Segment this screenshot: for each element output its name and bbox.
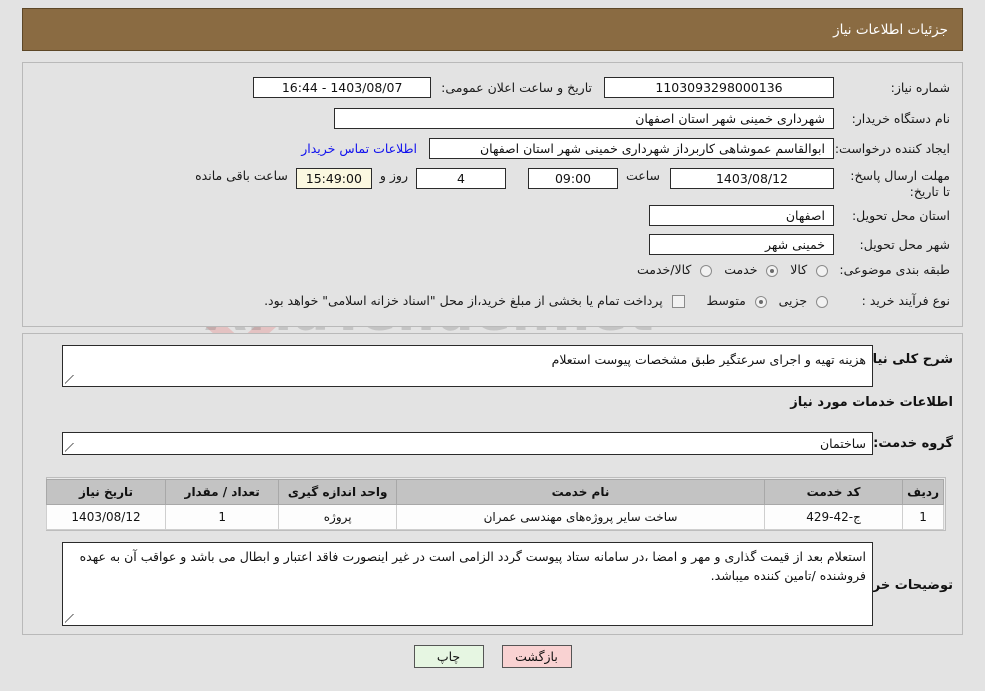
field-buyer-org: نام دستگاه خریدار: شهرداری خمینی شهر است… bbox=[334, 108, 950, 129]
deadline-time-label: ساعت bbox=[625, 168, 660, 183]
buyer-org-value[interactable]: شهرداری خمینی شهر استان اصفهان bbox=[334, 108, 834, 129]
province-label: استان محل تحویل: bbox=[851, 208, 950, 223]
process-option-1[interactable]: متوسط bbox=[695, 293, 767, 308]
radio-motavaset[interactable] bbox=[754, 295, 767, 308]
remaining-suffix-label: ساعت باقی مانده bbox=[195, 168, 288, 183]
deadline-time-value[interactable]: 09:00 bbox=[527, 168, 618, 189]
table-row[interactable]: 1 ج-42-429 ساخت سایر پروژه‌های مهندسی عم… bbox=[45, 504, 944, 530]
category-option-2-label: کالا/خدمت bbox=[637, 262, 692, 277]
treasury-checkbox-group[interactable]: پرداخت تمام یا بخشی از مبلغ خرید،از محل … bbox=[252, 293, 685, 308]
need-info-panel: شماره نیاز: 1103093298000136 تاریخ و ساع… bbox=[22, 62, 963, 327]
field-category: طبقه بندی موضوعی: کالا خدمت کالا/خدمت bbox=[625, 262, 950, 277]
field-announce-datetime: تاریخ و ساعت اعلان عمومی: 1403/08/07 - 1… bbox=[253, 77, 592, 98]
page-header: جزئیات اطلاعات نیاز bbox=[22, 8, 963, 51]
treasury-checkbox[interactable] bbox=[671, 295, 685, 308]
need-number-value[interactable]: 1103093298000136 bbox=[604, 77, 834, 98]
cell-row-no: 1 bbox=[902, 504, 944, 530]
page-title: جزئیات اطلاعات نیاز bbox=[833, 21, 948, 38]
category-label: طبقه بندی موضوعی: bbox=[839, 262, 950, 277]
category-option-0[interactable]: کالا bbox=[778, 262, 828, 277]
service-group-value[interactable]: ساختمان bbox=[62, 432, 873, 455]
city-value[interactable]: خمینی شهر bbox=[649, 234, 834, 255]
col-unit: واحد اندازه گیری bbox=[278, 479, 398, 505]
cell-need-date: 1403/08/12 bbox=[45, 504, 167, 530]
services-heading: اطلاعات خدمات مورد نیاز bbox=[790, 395, 953, 410]
radio-kala-khedmat[interactable] bbox=[700, 264, 713, 277]
remaining-days-value[interactable]: 4 bbox=[415, 168, 506, 189]
buyer-notes-textarea[interactable]: استعلام بعد از قیمت گذاری و مهر و امضا ،… bbox=[62, 542, 873, 626]
table-header-row: ردیف کد خدمت نام خدمت واحد اندازه گیری ت… bbox=[45, 479, 944, 505]
field-deadline: مهلت ارسال پاسخ: تا تاریخ: 1403/08/12 سا… bbox=[195, 168, 950, 200]
cell-service-code: ج-42-429 bbox=[763, 504, 904, 530]
category-option-0-label: کالا bbox=[790, 262, 808, 277]
description-label: شرح کلی نیاز: bbox=[859, 352, 953, 367]
category-option-2[interactable]: کالا/خدمت bbox=[625, 262, 713, 277]
requester-value[interactable]: ابوالقاسم عموشاهی کاربرداز شهرداری خمینی… bbox=[429, 138, 834, 159]
col-need-date: تاریخ نیاز bbox=[45, 479, 167, 505]
need-number-label: شماره نیاز: bbox=[890, 80, 950, 95]
requester-label: ایجاد کننده درخواست: bbox=[834, 141, 950, 156]
services-table-wrapper: ردیف کد خدمت نام خدمت واحد اندازه گیری ت… bbox=[45, 477, 946, 531]
process-label: نوع فرآیند خرید : bbox=[861, 293, 950, 308]
deadline-label: مهلت ارسال پاسخ: تا تاریخ: bbox=[850, 168, 950, 199]
deadline-date-value[interactable]: 1403/08/12 bbox=[670, 168, 834, 189]
remaining-time-value[interactable]: 15:49:00 bbox=[295, 168, 372, 189]
process-option-1-label: متوسط bbox=[706, 293, 746, 308]
buyer-contact-link[interactable]: اطلاعات تماس خریدار bbox=[301, 141, 417, 156]
cell-unit: پروژه bbox=[278, 504, 398, 530]
announce-datetime-label: تاریخ و ساعت اعلان عمومی: bbox=[441, 80, 592, 95]
description-textarea[interactable]: هزینه تهیه و اجرای سرعتگیر طبق مشخصات پی… bbox=[62, 345, 873, 387]
col-service-code: کد خدمت bbox=[763, 479, 904, 505]
announce-datetime-value[interactable]: 1403/08/07 - 16:44 bbox=[253, 77, 432, 98]
treasury-checkbox-label: پرداخت تمام یا بخشی از مبلغ خرید،از محل … bbox=[264, 293, 663, 308]
col-row-no: ردیف bbox=[902, 479, 944, 505]
category-option-1-label: خدمت bbox=[724, 262, 758, 277]
radio-kala[interactable] bbox=[816, 264, 828, 277]
process-option-0[interactable]: جزیی bbox=[767, 293, 828, 308]
province-value[interactable]: اصفهان bbox=[649, 205, 834, 226]
remaining-days-label: روز و bbox=[379, 168, 408, 183]
field-city: شهر محل تحویل: خمینی شهر bbox=[649, 234, 950, 255]
cell-quantity: 1 bbox=[165, 504, 280, 530]
radio-jozii[interactable] bbox=[816, 295, 828, 308]
field-process-type: نوع فرآیند خرید : جزیی متوسط پرداخت تمام… bbox=[252, 293, 950, 308]
col-quantity: تعداد / مقدار bbox=[165, 479, 280, 505]
buyer-org-label: نام دستگاه خریدار: bbox=[851, 111, 950, 126]
city-label: شهر محل تحویل: bbox=[859, 237, 950, 252]
field-need-number: شماره نیاز: 1103093298000136 bbox=[604, 77, 950, 98]
service-group-label: گروه خدمت: bbox=[873, 436, 953, 451]
services-table: ردیف کد خدمت نام خدمت واحد اندازه گیری ت… bbox=[45, 479, 944, 530]
back-button[interactable]: بازگشت bbox=[501, 645, 572, 668]
field-province: استان محل تحویل: اصفهان bbox=[649, 205, 950, 226]
col-service-name: نام خدمت bbox=[396, 479, 765, 505]
page-root: V AriaTender.net جزئیات اطلاعات نیاز شما… bbox=[0, 0, 985, 691]
category-option-1[interactable]: خدمت bbox=[712, 262, 779, 277]
footer-buttons: بازگشت چاپ bbox=[0, 645, 985, 668]
field-requester: ایجاد کننده درخواست: ابوالقاسم عموشاهی ک… bbox=[301, 138, 950, 159]
process-option-0-label: جزیی bbox=[778, 293, 808, 308]
cell-service-name: ساخت سایر پروژه‌های مهندسی عمران bbox=[396, 504, 765, 530]
radio-khedmat[interactable] bbox=[766, 264, 779, 277]
print-button[interactable]: چاپ bbox=[413, 645, 484, 668]
